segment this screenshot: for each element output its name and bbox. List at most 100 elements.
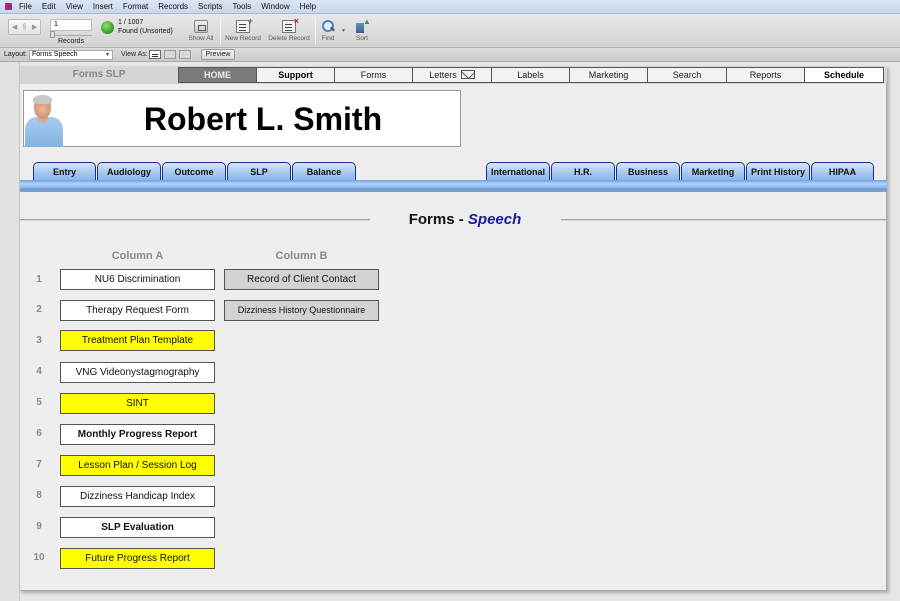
module-tab-international[interactable]: International	[486, 162, 550, 180]
form-button-treatment-plan-template[interactable]: Treatment Plan Template	[60, 330, 215, 351]
row-number: 5	[36, 397, 42, 408]
module-tab-hr[interactable]: H.R.	[551, 162, 615, 180]
nav-tab-letters[interactable]: Letters	[413, 67, 492, 83]
toolbar-divider	[220, 18, 221, 44]
form-button-vng-videonystagmography[interactable]: VNG Videonystagmography	[60, 362, 215, 383]
menu-file[interactable]: File	[19, 2, 32, 11]
view-as-table-button[interactable]	[179, 50, 191, 59]
find-magnifier-icon	[321, 20, 335, 33]
row-number: 8	[36, 490, 42, 501]
form-button-sint[interactable]: SINT	[60, 393, 215, 414]
app-icon	[4, 2, 13, 11]
section-divider-left	[20, 219, 370, 221]
module-tab-outcome[interactable]: Outcome	[162, 162, 226, 180]
layout-select-value: Forms Speech	[32, 51, 78, 58]
menu-window[interactable]: Window	[261, 2, 289, 11]
records-label: Records	[58, 38, 85, 45]
client-name: Robert L. Smith	[143, 101, 383, 137]
menu-format[interactable]: Format	[123, 2, 148, 11]
module-tab-slp[interactable]: SLP	[227, 162, 291, 180]
previous-record-icon[interactable]: ◀	[12, 23, 17, 31]
module-tab-audiology[interactable]: Audiology	[97, 162, 161, 180]
layout-brand: Forms SLP	[72, 69, 126, 80]
menu-insert[interactable]: Insert	[93, 2, 113, 11]
menu-edit[interactable]: Edit	[42, 2, 56, 11]
preview-button[interactable]: Preview	[201, 49, 235, 60]
menu-records[interactable]: Records	[158, 2, 188, 11]
row-number: 1	[36, 274, 42, 285]
sort-icon	[355, 17, 371, 33]
found-count: 1 / 1007	[118, 19, 144, 26]
form-button-therapy-request-form[interactable]: Therapy Request Form	[60, 300, 215, 321]
left-gutter	[0, 62, 20, 601]
menu-view[interactable]: View	[66, 2, 83, 11]
form-button-future-progress-report[interactable]: Future Progress Report	[60, 548, 215, 569]
nav-tab-search[interactable]: Search	[648, 67, 727, 83]
nav-tab-reports[interactable]: Reports	[727, 67, 805, 83]
found-state: Found (Unsorted)	[118, 28, 173, 35]
new-record-button[interactable]: New Record	[222, 16, 264, 42]
row-number: 10	[33, 552, 45, 563]
view-as-label: View As:	[121, 51, 148, 58]
record-navigator[interactable]: ◀ § ▶	[8, 19, 41, 35]
form-button-record-of-client-contact[interactable]: Record of Client Contact	[224, 269, 379, 290]
new-record-label: New Record	[225, 35, 261, 42]
find-dropdown-icon[interactable]: ▾	[342, 27, 345, 34]
client-header: Robert L. Smith	[23, 90, 461, 147]
show-all-label: Show All	[188, 35, 214, 42]
nav-tab-schedule[interactable]: Schedule	[805, 67, 884, 83]
chevron-down-icon: ▾	[105, 52, 109, 58]
menu-help[interactable]: Help	[300, 2, 316, 11]
form-button-lesson-plan-session-log[interactable]: Lesson Plan / Session Log	[60, 455, 215, 476]
photo-hair	[33, 95, 52, 104]
view-as-list-button[interactable]	[164, 50, 176, 59]
nav-tab-letters-label: Letters	[429, 70, 457, 80]
sort-label: Sort	[356, 35, 368, 42]
client-photo	[25, 93, 63, 147]
record-number-input[interactable]: 1	[50, 19, 92, 31]
nav-tab-support[interactable]: Support	[257, 67, 335, 83]
new-record-icon	[236, 16, 253, 33]
layout-select[interactable]: Forms Speech ▾	[29, 50, 113, 60]
row-number: 3	[36, 335, 42, 346]
delete-record-label: Delete Record	[268, 35, 310, 42]
found-status-icon	[101, 21, 114, 34]
module-tab-print-history[interactable]: Print History	[746, 162, 810, 180]
form-button-nu6-discrimination[interactable]: NU6 Discrimination	[60, 269, 215, 290]
form-button-monthly-progress-report[interactable]: Monthly Progress Report	[60, 424, 215, 445]
menu-bar: File Edit View Insert Format Records Scr…	[0, 0, 900, 14]
show-all-button[interactable]: Show All	[186, 20, 216, 42]
view-as-form-button[interactable]	[149, 50, 161, 59]
show-all-icon	[194, 20, 208, 33]
menu-scripts[interactable]: Scripts	[198, 2, 222, 11]
module-tab-hipaa[interactable]: HIPAA	[811, 162, 874, 180]
row-number: 4	[36, 366, 42, 377]
find-button[interactable]: Find	[318, 20, 338, 42]
nav-tab-labels[interactable]: Labels	[492, 67, 570, 83]
nav-tab-forms[interactable]: Forms	[335, 67, 413, 83]
delete-record-button[interactable]: Delete Record	[266, 16, 312, 42]
toolbar-divider	[315, 18, 316, 44]
row-number: 9	[36, 521, 42, 532]
module-tab-marketing[interactable]: Marketing	[681, 162, 745, 180]
layout-canvas: Forms SLP HOME Support Forms Letters Lab…	[20, 66, 887, 591]
row-number: 7	[36, 459, 42, 470]
form-button-dizziness-handicap-index[interactable]: Dizziness Handicap Index	[60, 486, 215, 507]
top-navigation: Forms SLP HOME Support Forms Letters Lab…	[20, 66, 887, 84]
column-b-header: Column B	[275, 250, 328, 262]
row-number: 2	[36, 304, 42, 315]
nav-tab-marketing[interactable]: Marketing	[570, 67, 648, 83]
module-tab-balance[interactable]: Balance	[292, 162, 356, 180]
next-record-icon[interactable]: ▶	[32, 23, 37, 31]
module-tab-entry[interactable]: Entry	[33, 162, 96, 180]
form-button-dizziness-history-questionnaire[interactable]: Dizziness History Questionnaire	[224, 300, 379, 321]
record-slider[interactable]	[50, 31, 92, 38]
sort-button[interactable]: Sort	[352, 17, 372, 42]
form-button-slp-evaluation[interactable]: SLP Evaluation	[60, 517, 215, 538]
module-tab-business[interactable]: Business	[616, 162, 680, 180]
book-icon: §	[22, 23, 27, 31]
section-divider-right	[561, 219, 887, 221]
module-tab-bar	[20, 180, 887, 192]
nav-tab-home[interactable]: HOME	[178, 67, 257, 83]
menu-tools[interactable]: Tools	[233, 2, 252, 11]
